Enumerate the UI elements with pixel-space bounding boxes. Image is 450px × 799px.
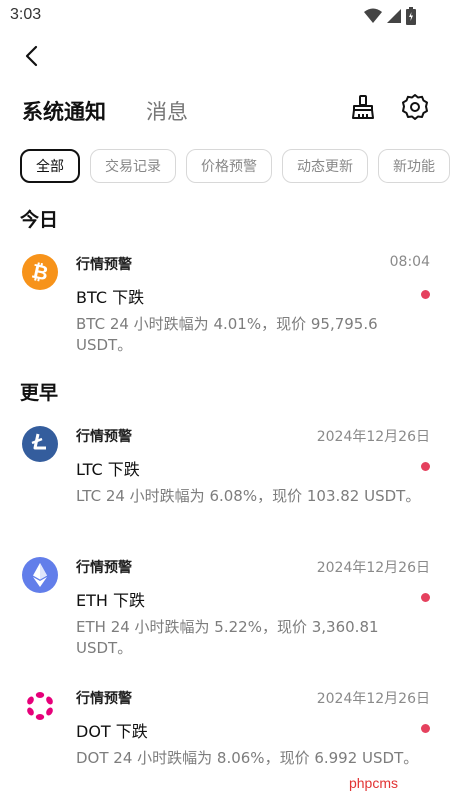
notification-time: 2024年12月26日 [316, 691, 430, 707]
filter-chip-updates[interactable]: 动态更新 [282, 149, 368, 183]
section-title-earlier: 更早 [20, 382, 59, 404]
broom-icon [350, 94, 376, 124]
chevron-left-icon [24, 45, 40, 71]
status-icons [364, 7, 416, 29]
unread-dot [421, 593, 430, 602]
notification-body: ETH 24 小时跌幅为 5.22%，现价 3,360.81 USDT。 [76, 618, 379, 657]
notification-item-ltc[interactable]: 行情预警 2024年12月26日 LTC 下跌 LTC 24 小时跌幅为 6.0… [0, 426, 450, 546]
gear-icon [401, 93, 429, 125]
status-time: 3:03 [10, 6, 42, 23]
unread-dot [421, 290, 430, 299]
filter-chip-all[interactable]: 全部 [20, 149, 80, 183]
notification-title: LTC 下跌 [76, 460, 140, 479]
clear-all-button[interactable] [348, 94, 378, 124]
notification-category: 行情预警 [76, 691, 132, 707]
polkadot-icon [22, 688, 58, 724]
notification-title: ETH 下跌 [76, 591, 146, 610]
notification-item-eth[interactable]: 行情预警 2024年12月26日 ETH 下跌 ETH 24 小时跌幅为 5.2… [0, 557, 450, 677]
notification-body: LTC 24 小时跌幅为 6.08%，现价 103.82 USDT。 [76, 487, 421, 505]
filter-chips: 全部 交易记录 价格预警 动态更新 新功能 [20, 149, 450, 185]
notification-time: 2024年12月26日 [316, 429, 430, 445]
notification-title: DOT 下跌 [76, 722, 148, 741]
header-actions [348, 94, 430, 124]
section-title-today: 今日 [20, 209, 59, 231]
notification-category: 行情预警 [76, 429, 132, 445]
notification-category: 行情预警 [76, 257, 132, 273]
filter-chip-price-alert[interactable]: 价格预警 [186, 149, 272, 183]
bitcoin-icon: ₿ [22, 254, 58, 290]
signal-icon [386, 8, 402, 28]
settings-button[interactable] [400, 94, 430, 124]
ethereum-icon [22, 557, 58, 593]
watermark: phpcms [348, 775, 398, 791]
notification-body: BTC 24 小时跌幅为 4.01%，现价 95,795.6 USDT。 [76, 315, 378, 354]
unread-dot [421, 462, 430, 471]
header-tabs: 系统通知 消息 [22, 96, 188, 126]
notification-time: 2024年12月26日 [316, 560, 430, 576]
notification-body: DOT 24 小时跌幅为 8.06%，现价 6.992 USDT。 [76, 749, 419, 767]
notification-title: BTC 下跌 [76, 288, 145, 307]
svg-text:₿: ₿ [30, 259, 51, 286]
status-bar: 3:03 [0, 0, 450, 32]
wifi-icon [364, 8, 382, 28]
unread-dot [421, 724, 430, 733]
notification-time: 08:04 [389, 254, 430, 270]
filter-chip-new-features[interactable]: 新功能 [378, 149, 450, 183]
filter-chip-trade-history[interactable]: 交易记录 [90, 149, 176, 183]
tab-messages[interactable]: 消息 [146, 96, 188, 126]
notification-item-btc[interactable]: ₿ 行情预警 08:04 BTC 下跌 BTC 24 小时跌幅为 4.01%，现… [0, 254, 450, 374]
battery-icon [406, 7, 416, 29]
tab-system-notifications[interactable]: 系统通知 [22, 96, 106, 126]
back-button[interactable] [16, 42, 48, 74]
litecoin-icon [22, 426, 58, 462]
notification-category: 行情预警 [76, 560, 132, 576]
